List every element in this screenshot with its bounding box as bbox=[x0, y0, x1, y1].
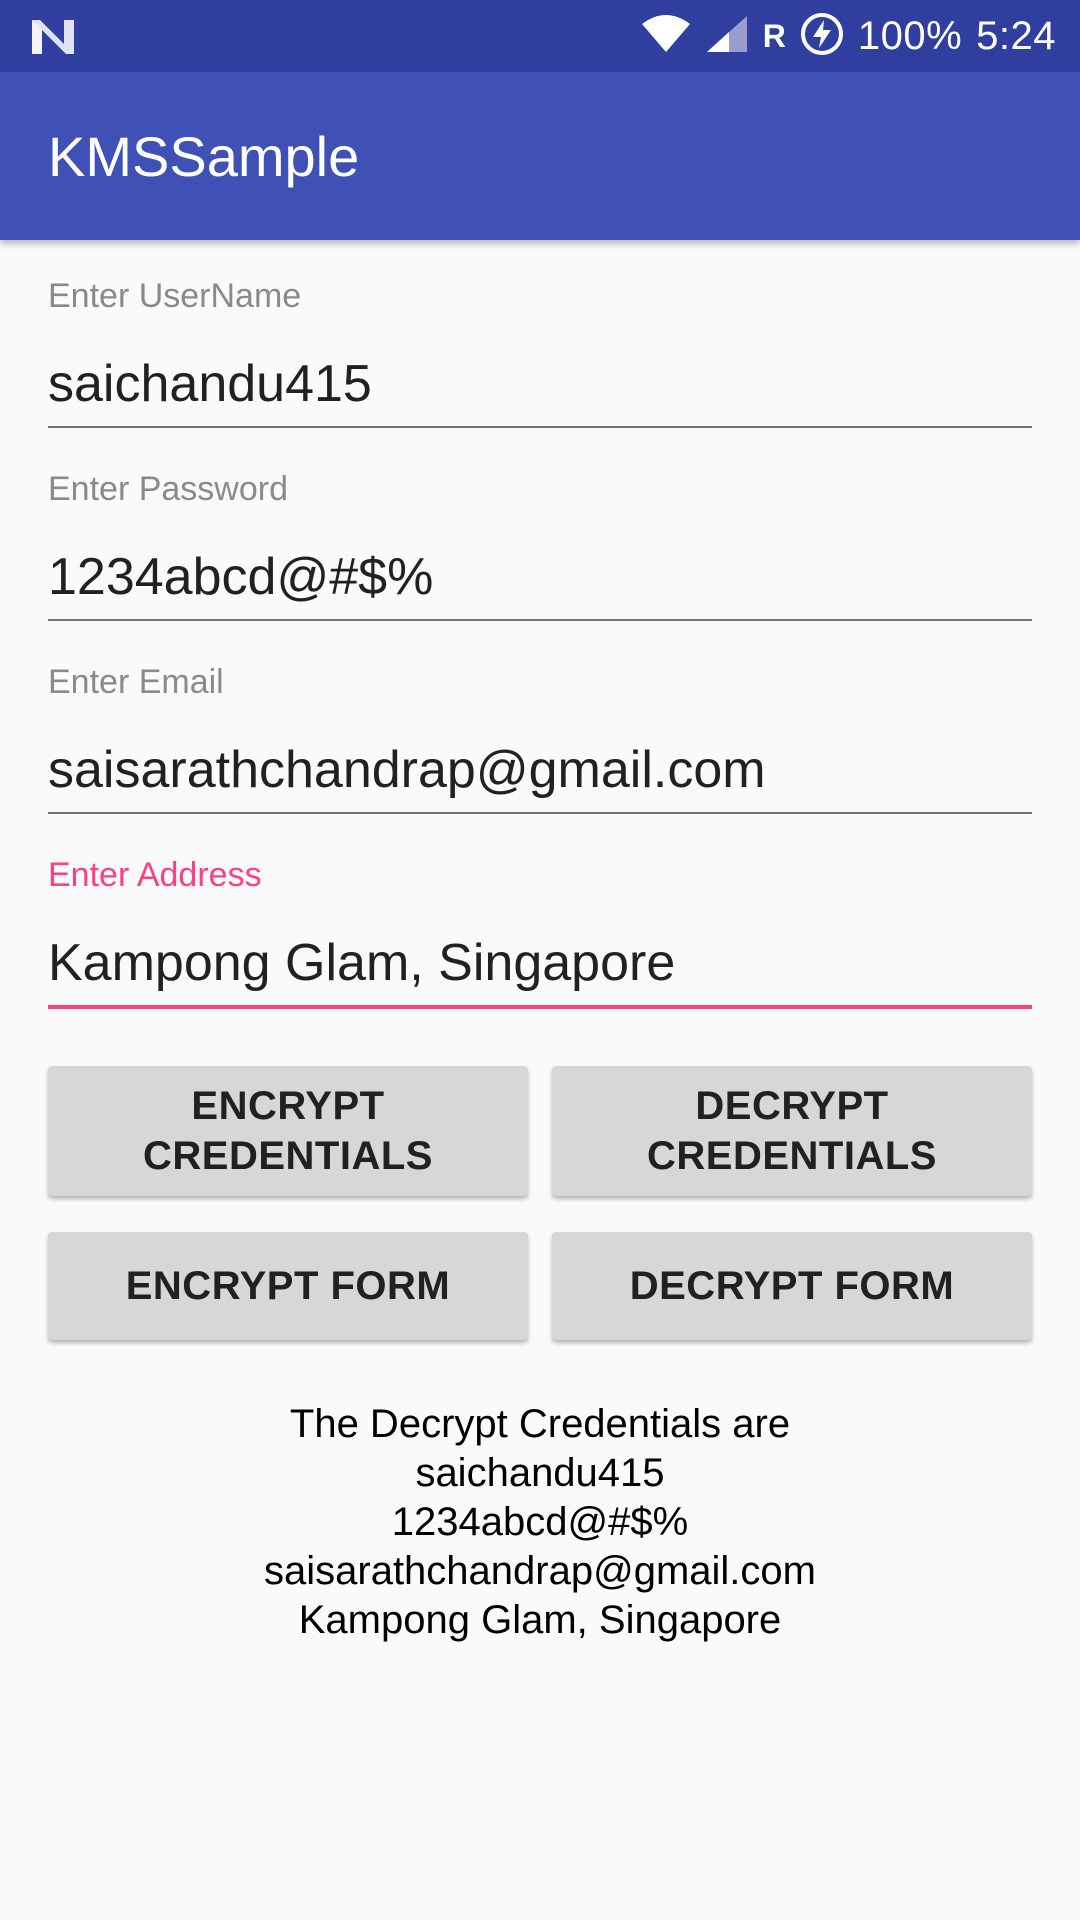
battery-percentage: 100% bbox=[857, 13, 963, 58]
email-input[interactable] bbox=[48, 738, 1032, 802]
email-label: Enter Email bbox=[48, 663, 224, 701]
password-underline bbox=[48, 619, 1032, 621]
address-label: Enter Address bbox=[48, 856, 262, 894]
address-input[interactable] bbox=[48, 931, 1032, 995]
battery-charging-icon bbox=[800, 12, 844, 61]
decrypt-credentials-line1: DECRYPT bbox=[695, 1084, 889, 1128]
encrypt-credentials-line2: CREDENTIALS bbox=[143, 1134, 433, 1178]
email-underline bbox=[48, 812, 1032, 814]
username-input[interactable] bbox=[48, 352, 1032, 416]
encrypt-credentials-line1: ENCRYPT bbox=[191, 1084, 385, 1128]
encrypt-credentials-button[interactable]: ENCRYPT CREDENTIALS bbox=[48, 1066, 528, 1196]
clock-time: 5:24 bbox=[976, 13, 1056, 58]
address-underline bbox=[48, 1005, 1032, 1009]
wifi-icon bbox=[641, 14, 691, 59]
result-heading: The Decrypt Credentials are bbox=[289, 1402, 791, 1446]
result-address: Kampong Glam, Singapore bbox=[298, 1598, 782, 1642]
decrypt-result-text: The Decrypt Credentials are saichandu415… bbox=[0, 1400, 1080, 1645]
result-password: 1234abcd@#$% bbox=[391, 1500, 689, 1544]
status-bar: R 100% 5:24 bbox=[0, 0, 1080, 72]
result-username: saichandu415 bbox=[415, 1451, 665, 1495]
password-label: Enter Password bbox=[48, 470, 288, 508]
decrypt-form-label: DECRYPT FORM bbox=[629, 1264, 955, 1308]
password-input[interactable] bbox=[48, 545, 1032, 609]
encrypt-form-label: ENCRYPT FORM bbox=[125, 1264, 451, 1308]
decrypt-credentials-button[interactable]: DECRYPT CREDENTIALS bbox=[552, 1066, 1032, 1196]
password-field-group: Enter Password bbox=[48, 469, 1032, 621]
app-bar: KMSSample bbox=[0, 72, 1080, 240]
result-email: saisarathchandrap@gmail.com bbox=[264, 1549, 816, 1593]
roaming-indicator: R bbox=[762, 17, 786, 54]
address-field-group: Enter Address bbox=[48, 855, 1032, 1009]
decrypt-credentials-line2: CREDENTIALS bbox=[647, 1134, 937, 1178]
notification-n-icon bbox=[30, 16, 76, 56]
signal-icon bbox=[705, 14, 749, 59]
app-title: KMSSample bbox=[48, 125, 360, 188]
username-underline bbox=[48, 426, 1032, 428]
username-label: Enter UserName bbox=[48, 277, 302, 315]
username-field-group: Enter UserName bbox=[48, 276, 1032, 428]
encrypt-form-button[interactable]: ENCRYPT FORM bbox=[48, 1232, 528, 1340]
decrypt-form-button[interactable]: DECRYPT FORM bbox=[552, 1232, 1032, 1340]
email-field-group: Enter Email bbox=[48, 662, 1032, 814]
